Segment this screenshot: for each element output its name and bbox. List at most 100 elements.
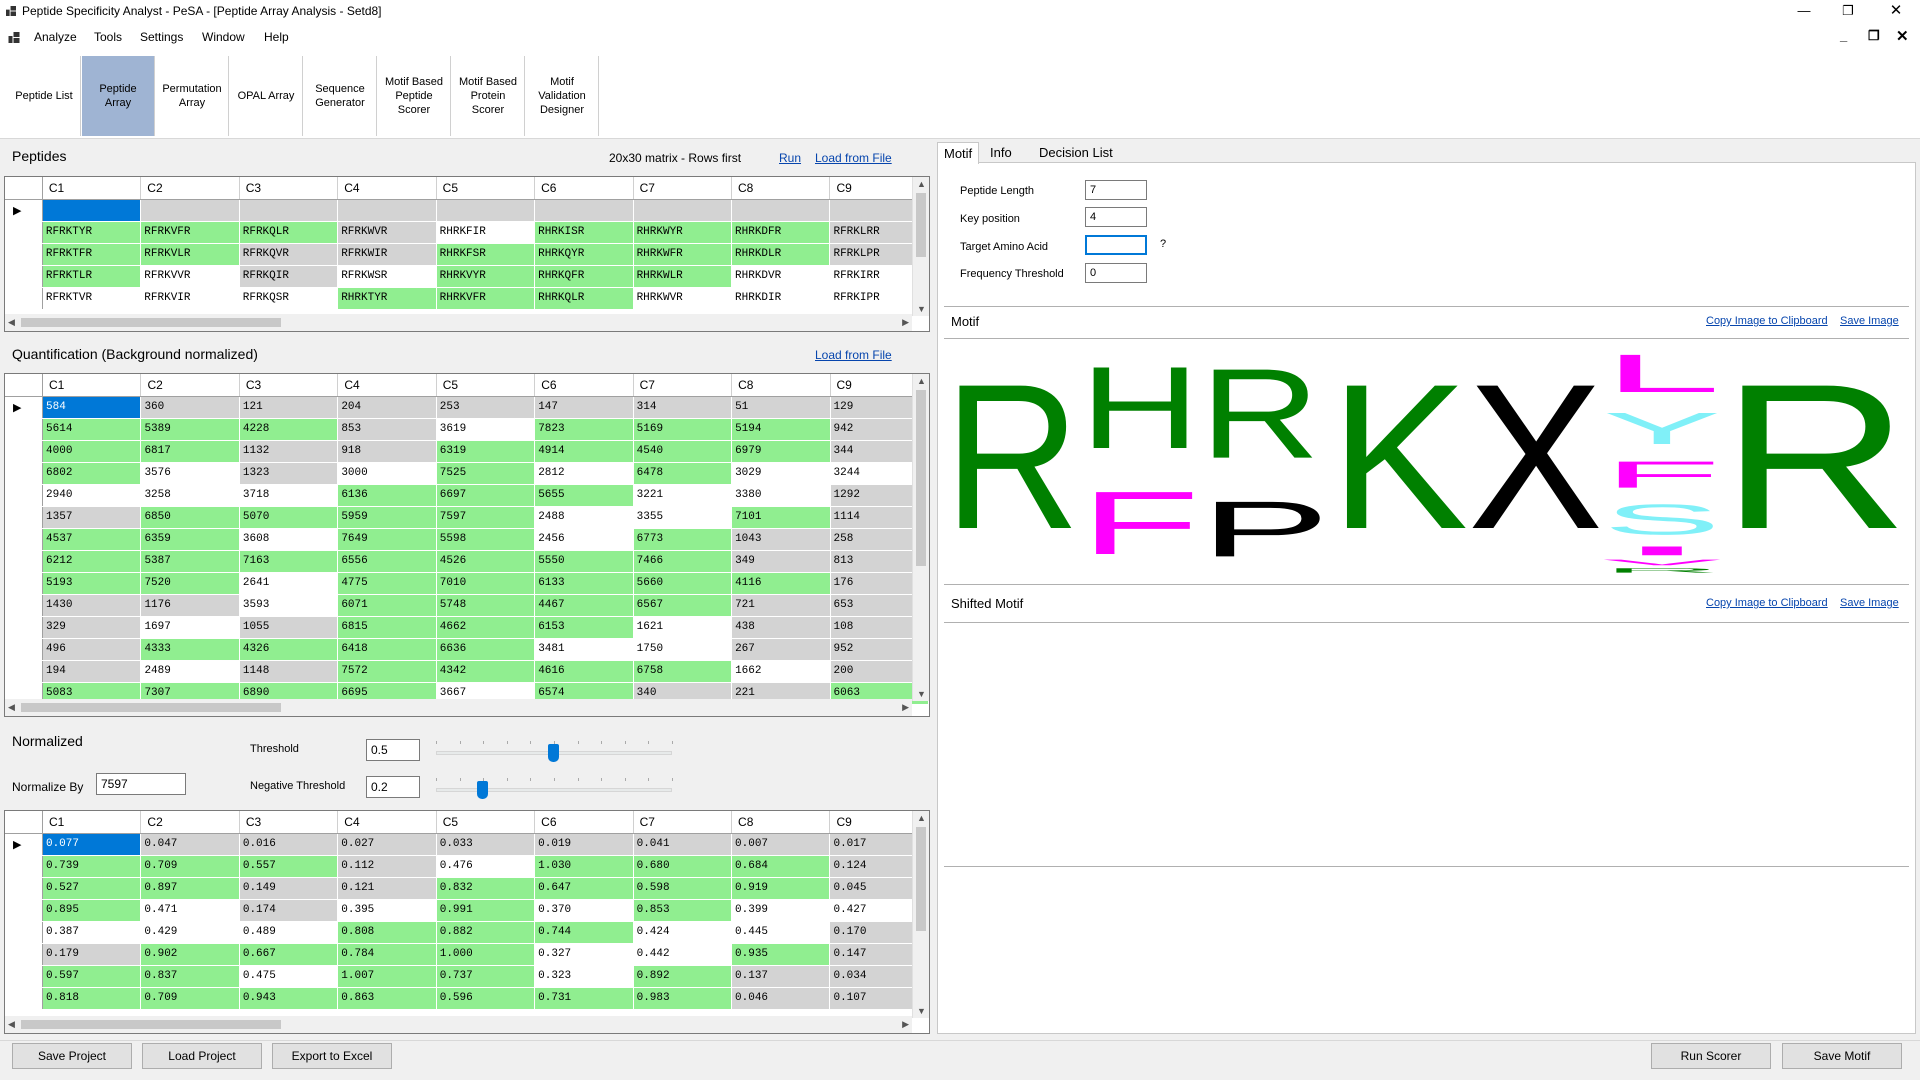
table-cell[interactable]: 5614 (42, 418, 142, 441)
table-cell[interactable]: 1055 (239, 616, 339, 639)
table-row[interactable]: 1357 6850 5070 5959 7597 2488 3355 7101 1114 (5, 506, 929, 529)
column-header[interactable]: C6 (534, 374, 634, 397)
table-cell[interactable]: 0.557 (239, 855, 339, 878)
table-cell[interactable]: RFRKTYR (42, 221, 142, 244)
table-cell[interactable]: RFRKWSR (337, 265, 437, 288)
table-cell[interactable]: 0.112 (337, 855, 437, 878)
table-cell[interactable]: 4662 (436, 616, 536, 639)
table-cell[interactable]: 4540 (633, 440, 733, 463)
table-row[interactable]: 0.597 0.837 0.475 1.007 0.737 0.323 0.892 0.137… (5, 965, 929, 988)
vertical-scrollbar[interactable]: ▲ ▼ (912, 811, 929, 1018)
peptide-length-input[interactable] (1085, 180, 1147, 200)
table-row[interactable]: 0.739 0.709 0.557 0.112 0.476 1.030 0.680 0.684… (5, 855, 929, 878)
table-cell[interactable]: 4914 (534, 440, 634, 463)
table-cell[interactable]: 0.882 (436, 921, 536, 944)
restore-icon[interactable]: ❐ (1828, 0, 1868, 22)
table-cell[interactable]: 2456 (534, 528, 634, 551)
table-cell[interactable]: 918 (337, 440, 437, 463)
menu-window[interactable]: Window (202, 30, 245, 44)
ribbon-peptide-array[interactable]: Peptide Array (82, 56, 155, 136)
table-row[interactable]: ▶ (5, 199, 929, 222)
row-selector[interactable] (5, 528, 44, 551)
table-cell[interactable]: 0.943 (239, 987, 339, 1010)
quantification-grid[interactable]: C1 C2 C3 C4 C5 C6 C7 C8 C9 ▶ 584 360 121 204 253 147 314… (4, 373, 930, 717)
save-motif-button[interactable]: Save Motif (1782, 1043, 1902, 1069)
frequency-threshold-input[interactable] (1085, 263, 1147, 283)
table-cell[interactable] (140, 199, 240, 222)
table-cell[interactable]: 1323 (239, 462, 339, 485)
table-cell[interactable]: 438 (731, 616, 831, 639)
row-selector[interactable] (5, 462, 44, 485)
table-cell[interactable]: 6567 (633, 594, 733, 617)
column-header[interactable]: C3 (239, 177, 339, 200)
table-cell[interactable]: 0.647 (534, 877, 634, 900)
column-header[interactable]: C4 (337, 374, 437, 397)
table-cell[interactable]: 2641 (239, 572, 339, 595)
table-row[interactable]: 329 1697 1055 6815 4662 6153 1621 438 108 (5, 616, 929, 639)
table-row[interactable]: 6212 5387 7163 6556 4526 5550 7466 349 813 (5, 550, 929, 573)
row-selector[interactable] (5, 877, 43, 900)
table-cell[interactable]: 0.179 (42, 943, 142, 966)
table-cell[interactable]: 2488 (534, 506, 634, 529)
table-row[interactable]: 0.818 0.709 0.943 0.863 0.596 0.731 0.983 0.046… (5, 987, 929, 1010)
table-row[interactable]: RFRKTFR RFRKVLR RFRKQVR RFRKWIR RHRKFSR RHRKQ… (5, 243, 929, 266)
threshold-slider-thumb[interactable] (548, 744, 559, 762)
table-cell[interactable]: 7649 (337, 528, 437, 551)
table-cell[interactable]: 253 (436, 396, 536, 419)
table-cell[interactable]: 0.598 (633, 877, 733, 900)
column-header[interactable]: C3 (239, 811, 339, 834)
table-cell[interactable]: 0.818 (42, 987, 142, 1010)
row-selector[interactable]: ▶ (5, 199, 43, 222)
table-cell[interactable]: 6556 (337, 550, 437, 573)
row-selector[interactable] (5, 943, 43, 966)
table-cell[interactable] (337, 199, 437, 222)
table-cell[interactable]: 6071 (337, 594, 437, 617)
table-cell[interactable]: 0.121 (337, 877, 437, 900)
threshold-input[interactable] (366, 739, 420, 761)
table-cell[interactable]: RFRKQVR (239, 243, 339, 266)
normalized-grid[interactable]: C1 C2 C3 C4 C5 C6 C7 C8 C9 ▶ 0.077 0.047 0.016 0.027 0… (4, 810, 930, 1034)
row-selector[interactable] (5, 899, 43, 922)
table-cell[interactable]: 349 (731, 550, 831, 573)
table-cell[interactable]: 3000 (337, 462, 437, 485)
table-cell[interactable]: 0.991 (436, 899, 536, 922)
table-cell[interactable]: RFRKTVR (42, 287, 142, 310)
table-cell[interactable]: 4000 (42, 440, 142, 463)
table-cell[interactable]: RFRKWVR (337, 221, 437, 244)
table-cell[interactable]: 0.016 (239, 833, 339, 856)
table-cell[interactable] (731, 199, 831, 222)
mdi-restore-icon[interactable]: ❐ (1868, 28, 1880, 44)
column-header[interactable]: C7 (633, 811, 733, 834)
table-cell[interactable]: 5660 (633, 572, 733, 595)
table-cell[interactable]: 0.174 (239, 899, 339, 922)
row-selector[interactable] (5, 594, 44, 617)
target-amino-acid-input[interactable] (1085, 235, 1147, 255)
table-cell[interactable]: RFRKTFR (42, 243, 142, 266)
horizontal-scrollbar[interactable]: ◀ ▶ (5, 1016, 912, 1033)
table-cell[interactable]: 6418 (337, 638, 437, 661)
table-cell[interactable]: 3380 (731, 484, 831, 507)
table-cell[interactable]: RFRKVLR (140, 243, 240, 266)
table-cell[interactable]: RHRKWFR (633, 243, 733, 266)
table-cell[interactable]: 6773 (633, 528, 733, 551)
row-selector[interactable] (5, 987, 43, 1010)
peptides-load-link[interactable]: Load from File (815, 151, 892, 165)
table-cell[interactable]: RHRKDIR (731, 287, 831, 310)
mdi-minimize-icon[interactable]: _ (1840, 28, 1847, 43)
table-cell[interactable]: RHRKISR (534, 221, 634, 244)
column-header[interactable]: C6 (534, 811, 634, 834)
table-cell[interactable]: 0.327 (534, 943, 634, 966)
table-cell[interactable]: 3481 (534, 638, 634, 661)
column-header[interactable]: C8 (731, 177, 831, 200)
table-cell[interactable]: 3593 (239, 594, 339, 617)
table-cell[interactable]: 0.739 (42, 855, 142, 878)
table-cell[interactable]: 1148 (239, 660, 339, 683)
table-cell[interactable]: 0.744 (534, 921, 634, 944)
export-excel-button[interactable]: Export to Excel (272, 1043, 392, 1069)
table-cell[interactable]: 1132 (239, 440, 339, 463)
table-cell[interactable]: 2489 (140, 660, 240, 683)
table-cell[interactable]: RHRKTYR (337, 287, 437, 310)
ribbon-motif-validation-designer[interactable]: Motif Validation Designer (526, 56, 599, 136)
ribbon-opal-array[interactable]: OPAL Array (230, 56, 303, 136)
row-selector[interactable] (5, 243, 43, 266)
